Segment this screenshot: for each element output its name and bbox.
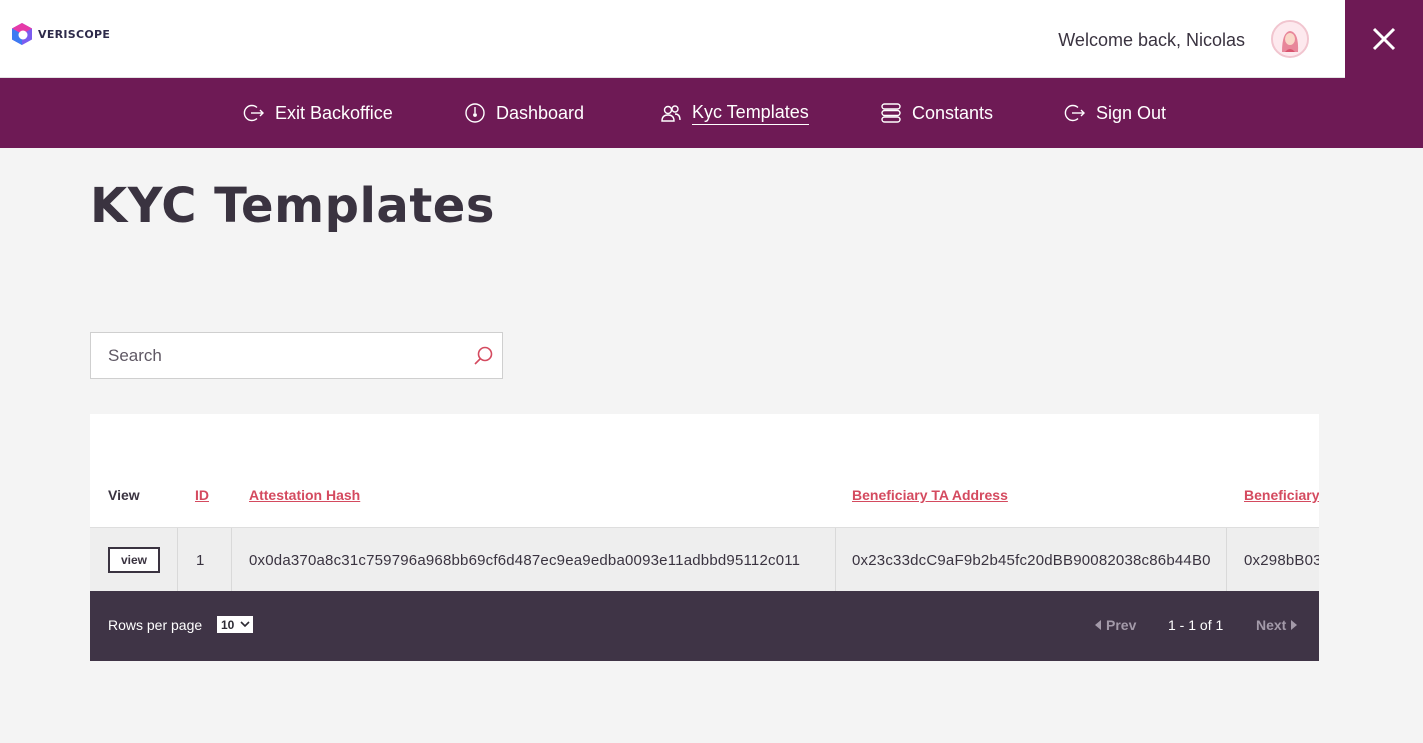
- rows-per-page-label: Rows per page: [108, 617, 203, 633]
- chevron-down-icon: [240, 621, 250, 628]
- nav-label: Sign Out: [1096, 102, 1167, 123]
- close-button[interactable]: [1345, 0, 1423, 78]
- column-header-beneficiary-ta-address[interactable]: Beneficiary TA Address: [852, 487, 1008, 503]
- column-header-id[interactable]: ID: [195, 487, 209, 503]
- pagination-info: 1 - 1 of 1: [1168, 617, 1224, 633]
- brand-logo[interactable]: VERISCOPE: [10, 22, 110, 46]
- kyc-templates-table: View ID Attestation Hash Beneficiary TA …: [90, 414, 1319, 661]
- column-header-view: View: [108, 487, 140, 503]
- caret-left-icon: [1095, 620, 1101, 630]
- column-divider: [1226, 528, 1227, 592]
- brand-name: VERISCOPE: [38, 27, 111, 41]
- column-divider: [835, 528, 836, 592]
- next-label: Next: [1256, 617, 1287, 633]
- id-cell: 1: [196, 551, 205, 569]
- search-icon[interactable]: [472, 345, 494, 367]
- dashboard-icon: [465, 103, 485, 123]
- nav-constants[interactable]: Constants: [880, 100, 993, 126]
- beneficiary-ta-address-cell: 0x23c33dcC9aF9b2b45fc20dBB90082038c86b44…: [852, 551, 1211, 569]
- welcome-message: Welcome back, Nicolas: [1058, 30, 1245, 50]
- nav-exit-backoffice[interactable]: Exit Backoffice: [243, 100, 393, 126]
- database-icon: [881, 103, 901, 123]
- search-input[interactable]: [91, 333, 461, 378]
- close-icon: [1372, 27, 1396, 51]
- view-button[interactable]: view: [108, 547, 160, 573]
- users-icon: [661, 105, 681, 122]
- search-box: [90, 332, 503, 379]
- column-header-beneficiary[interactable]: Beneficiary: [1244, 487, 1319, 503]
- view-cell: view: [108, 528, 160, 592]
- beneficiary-cell: 0x298bB03: [1244, 551, 1319, 569]
- next-button[interactable]: Next: [1256, 617, 1298, 633]
- rows-per-page-value: 10: [221, 617, 235, 632]
- sign-out-icon: [1064, 104, 1085, 122]
- nav-dashboard[interactable]: Dashboard: [464, 100, 584, 126]
- veriscope-logo-icon: [12, 23, 32, 45]
- prev-button[interactable]: Prev: [1094, 617, 1136, 633]
- top-header: VERISCOPE Welcome back, Nicolas: [0, 0, 1345, 78]
- attestation-hash-cell: 0x0da370a8c31c759796a968bb69cf6d487ec9ea…: [249, 551, 801, 569]
- nav-label: Constants: [912, 102, 994, 123]
- nav-sign-out[interactable]: Sign Out: [1064, 100, 1166, 126]
- column-divider: [177, 528, 178, 592]
- nav-kyc-templates[interactable]: Kyc Templates: [660, 100, 809, 126]
- nav-label: Kyc Templates: [692, 102, 809, 125]
- main-nav: Exit Backoffice Dashboard Kyc Templates …: [0, 78, 1423, 148]
- exit-icon: [243, 104, 264, 122]
- rows-per-page-select[interactable]: 10: [217, 616, 253, 633]
- table-pagination: Rows per page 10 Prev 1 - 1 of 1 Next: [90, 591, 1319, 661]
- user-avatar-icon: [1273, 22, 1307, 56]
- column-header-attestation-hash[interactable]: Attestation Hash: [249, 487, 360, 503]
- nav-label: Dashboard: [496, 102, 585, 123]
- table-row: view 1 0x0da370a8c31c759796a968bb69cf6d4…: [90, 527, 1319, 592]
- caret-right-icon: [1291, 620, 1298, 630]
- nav-label: Exit Backoffice: [275, 102, 393, 123]
- prev-label: Prev: [1106, 617, 1137, 633]
- column-divider: [231, 528, 232, 592]
- avatar[interactable]: [1271, 20, 1309, 58]
- page-title: KYC Templates: [90, 178, 495, 234]
